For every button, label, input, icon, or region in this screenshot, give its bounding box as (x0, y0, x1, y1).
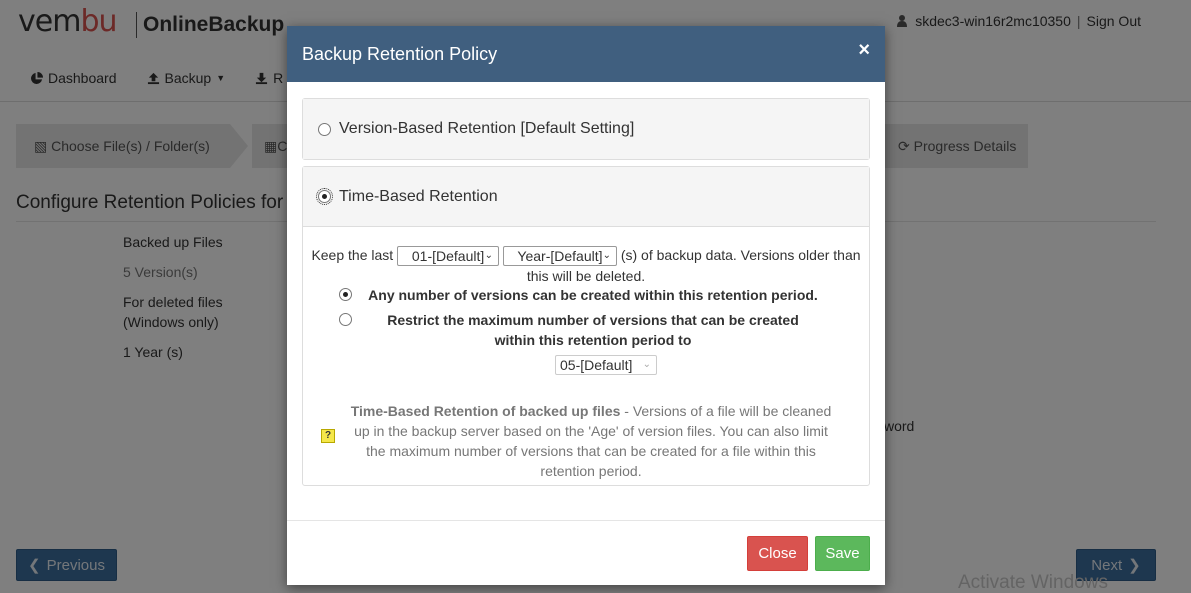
version-based-radio[interactable] (318, 122, 331, 136)
restrict-versions-option[interactable]: Restrict the maximum number of versions … (339, 310, 843, 350)
modal-body: Version-Based Retention [Default Setting… (302, 98, 870, 486)
close-icon[interactable]: × (858, 40, 870, 60)
keep-prefix: Keep the last (311, 247, 394, 263)
chevron-down-icon: ⌄ (642, 359, 651, 370)
modal-title: Backup Retention Policy (302, 44, 498, 64)
version-based-panel: Version-Based Retention [Default Setting… (302, 98, 870, 160)
keep-last-row: Keep the last 01-[Default] ⌄ Year-[Defaul… (303, 245, 869, 286)
any-versions-option[interactable]: Any number of versions can be created wi… (339, 285, 843, 305)
version-based-label: Version-Based Retention [Default Setting… (339, 120, 635, 137)
time-based-radio[interactable] (316, 188, 333, 205)
modal-header: Backup Retention Policy × (287, 26, 885, 82)
any-versions-label: Any number of versions can be created wi… (368, 287, 818, 303)
time-based-panel: Time-Based Retention Keep the last 01-[D… (302, 166, 870, 486)
chevron-down-icon: ⌄ (602, 250, 611, 262)
keep-count-select[interactable]: 01-[Default] ⌄ (397, 246, 500, 267)
info-title: Time-Based Retention of backed up files (350, 403, 621, 419)
any-versions-radio[interactable] (339, 288, 352, 301)
close-button[interactable]: Close (747, 536, 808, 571)
retention-info-text: Time-Based Retention of backed up files … (303, 401, 869, 481)
restrict-versions-radio[interactable] (339, 313, 352, 326)
chevron-down-icon: ⌄ (484, 250, 494, 262)
time-based-label: Time-Based Retention (339, 187, 498, 205)
version-based-option[interactable]: Version-Based Retention [Default Setting… (303, 99, 869, 159)
save-button[interactable]: Save (815, 536, 870, 571)
max-versions-select[interactable]: 05-[Default] ⌄ (555, 355, 657, 375)
modal-footer: Close Save (287, 520, 885, 585)
retention-policy-modal: Backup Retention Policy × Version-Based … (287, 26, 885, 585)
time-based-option[interactable]: Time-Based Retention (303, 167, 869, 227)
keep-unit-select[interactable]: Year-[Default] ⌄ (502, 246, 617, 267)
restrict-versions-label: Restrict the maximum number of versions … (387, 312, 799, 348)
